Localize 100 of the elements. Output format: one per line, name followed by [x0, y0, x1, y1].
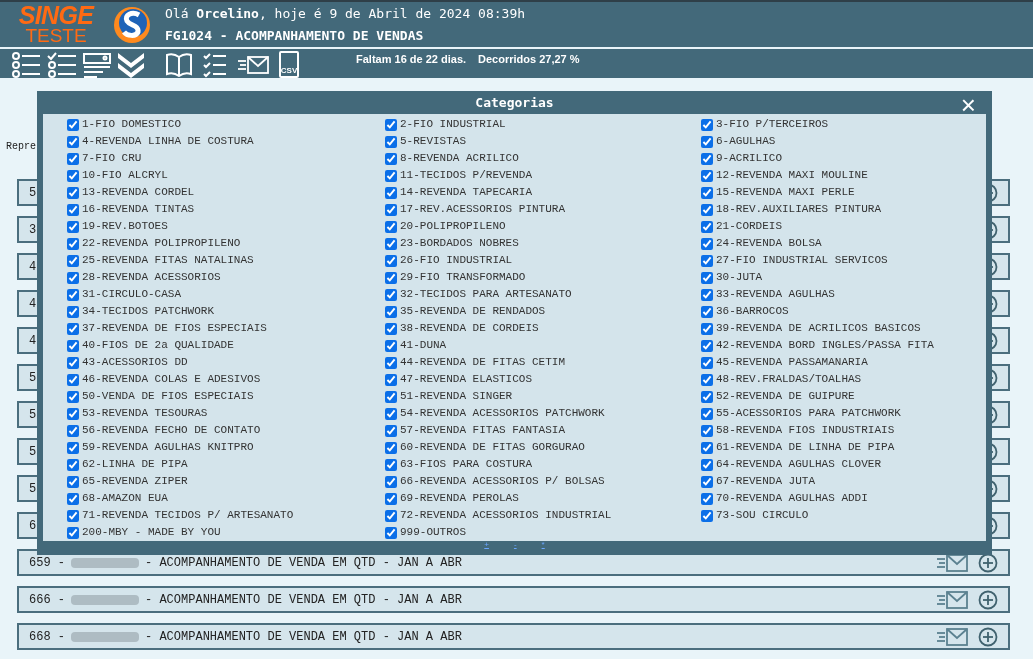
- category-checkbox[interactable]: [701, 135, 713, 148]
- category-checkbox[interactable]: [385, 424, 397, 437]
- category-option[interactable]: 71-REVENDA TECIDOS P/ ARTESANATO: [67, 507, 385, 524]
- category-checkbox[interactable]: [385, 152, 397, 165]
- category-option[interactable]: 50-VENDA DE FIOS ESPECIAIS: [67, 388, 385, 405]
- category-checkbox[interactable]: [67, 237, 79, 250]
- category-checkbox[interactable]: [67, 458, 79, 471]
- category-option[interactable]: 51-REVENDA SINGER: [385, 388, 701, 405]
- category-checkbox[interactable]: [385, 118, 397, 131]
- category-checkbox[interactable]: [701, 441, 713, 454]
- category-checkbox[interactable]: [67, 339, 79, 352]
- category-option[interactable]: 59-REVENDA AGULHAS KNITPRO: [67, 439, 385, 456]
- category-checkbox[interactable]: [701, 118, 713, 131]
- category-option[interactable]: 69-REVENDA PEROLAS: [385, 490, 701, 507]
- category-option[interactable]: 6-AGULHAS: [701, 133, 986, 150]
- category-option[interactable]: 29-FIO TRANSFORMADO: [385, 269, 701, 286]
- category-checkbox[interactable]: [701, 254, 713, 267]
- category-option[interactable]: 14-REVENDA TAPECARIA: [385, 184, 701, 201]
- category-checkbox[interactable]: [701, 305, 713, 318]
- category-checkbox[interactable]: [385, 271, 397, 284]
- checklist-icon[interactable]: [47, 52, 77, 78]
- category-checkbox[interactable]: [67, 492, 79, 505]
- category-option[interactable]: 11-TECIDOS P/REVENDA: [385, 167, 701, 184]
- category-option[interactable]: 13-REVENDA CORDEL: [67, 184, 385, 201]
- category-checkbox[interactable]: [701, 203, 713, 216]
- category-option[interactable]: 46-REVENDA COLAS E ADESIVOS: [67, 371, 385, 388]
- category-option[interactable]: 16-REVENDA TINTAS: [67, 201, 385, 218]
- category-option[interactable]: 999-OUTROS: [385, 524, 701, 541]
- checklist-icon[interactable]: [203, 51, 227, 78]
- category-checkbox[interactable]: [701, 220, 713, 233]
- category-checkbox[interactable]: [385, 186, 397, 199]
- report-row[interactable]: 668 - - ACOMPANHAMENTO DE VENDA EM QTD - JAN A ABR: [17, 623, 1010, 650]
- category-checkbox[interactable]: [701, 373, 713, 386]
- category-checkbox[interactable]: [701, 509, 713, 522]
- category-option[interactable]: 30-JUTA: [701, 269, 986, 286]
- category-checkbox[interactable]: [67, 288, 79, 301]
- category-checkbox[interactable]: [67, 509, 79, 522]
- category-option[interactable]: 57-REVENDA FITAS FANTASIA: [385, 422, 701, 439]
- category-checkbox[interactable]: [67, 271, 79, 284]
- category-checkbox[interactable]: [385, 526, 397, 539]
- category-checkbox[interactable]: [385, 373, 397, 386]
- category-option[interactable]: 28-REVENDA ACESSORIOS: [67, 269, 385, 286]
- category-option[interactable]: 58-REVENDA FIOS INDUSTRIAIS: [701, 422, 986, 439]
- category-option[interactable]: 38-REVENDA DE CORDEIS: [385, 320, 701, 337]
- category-checkbox[interactable]: [67, 390, 79, 403]
- category-checkbox[interactable]: [67, 373, 79, 386]
- category-checkbox[interactable]: [385, 492, 397, 505]
- category-checkbox[interactable]: [67, 475, 79, 488]
- category-option[interactable]: 27-FIO INDUSTRIAL SERVICOS: [701, 252, 986, 269]
- category-option[interactable]: 39-REVENDA DE ACRILICOS BASICOS: [701, 320, 986, 337]
- category-option[interactable]: 40-FIOS DE 2a QUALIDADE: [67, 337, 385, 354]
- category-option[interactable]: 37-REVENDA DE FIOS ESPECIAIS: [67, 320, 385, 337]
- category-option[interactable]: 200-MBY - MADE BY YOU: [67, 524, 385, 541]
- category-option[interactable]: 25-REVENDA FITAS NATALINAS: [67, 252, 385, 269]
- category-option[interactable]: 26-FIO INDUSTRIAL: [385, 252, 701, 269]
- report-row[interactable]: 666 - - ACOMPANHAMENTO DE VENDA EM QTD - JAN A ABR: [17, 586, 1010, 613]
- category-option[interactable]: 3-FIO P/TERCEIROS: [701, 116, 986, 133]
- category-option[interactable]: 42-REVENDA BORD INGLES/PASSA FITA: [701, 337, 986, 354]
- category-checkbox[interactable]: [701, 475, 713, 488]
- category-checkbox[interactable]: [701, 492, 713, 505]
- add-circle-icon[interactable]: [978, 589, 998, 610]
- category-option[interactable]: 33-REVENDA AGULHAS: [701, 286, 986, 303]
- category-checkbox[interactable]: [701, 407, 713, 420]
- add-circle-icon[interactable]: [978, 552, 998, 573]
- category-option[interactable]: 55-ACESSORIOS PARA PATCHWORK: [701, 405, 986, 422]
- category-option[interactable]: 73-SOU CIRCULO: [701, 507, 986, 524]
- category-checkbox[interactable]: [385, 475, 397, 488]
- category-checkbox[interactable]: [67, 135, 79, 148]
- category-checkbox[interactable]: [67, 407, 79, 420]
- category-option[interactable]: 65-REVENDA ZIPER: [67, 473, 385, 490]
- category-checkbox[interactable]: [385, 288, 397, 301]
- category-checkbox[interactable]: [67, 203, 79, 216]
- category-option[interactable]: 9-ACRILICO: [701, 150, 986, 167]
- category-option[interactable]: 52-REVENDA DE GUIPURE: [701, 388, 986, 405]
- category-option[interactable]: 53-REVENDA TESOURAS: [67, 405, 385, 422]
- category-option[interactable]: 34-TECIDOS PATCHWORK: [67, 303, 385, 320]
- category-option[interactable]: 67-REVENDA JUTA: [701, 473, 986, 490]
- category-option[interactable]: 44-REVENDA DE FITAS CETIM: [385, 354, 701, 371]
- category-option[interactable]: 72-REVENDA ACESSORIOS INDUSTRIAL: [385, 507, 701, 524]
- category-checkbox[interactable]: [701, 356, 713, 369]
- category-option[interactable]: 60-REVENDA DE FITAS GORGURAO: [385, 439, 701, 456]
- category-checkbox[interactable]: [701, 186, 713, 199]
- category-option[interactable]: 20-POLIPROPILENO: [385, 218, 701, 235]
- category-option[interactable]: 56-REVENDA FECHO DE CONTATO: [67, 422, 385, 439]
- category-option[interactable]: 18-REV.AUXILIARES PINTURA: [701, 201, 986, 218]
- fast-mail-icon[interactable]: [237, 54, 269, 75]
- category-checkbox[interactable]: [67, 424, 79, 437]
- category-checkbox[interactable]: [701, 339, 713, 352]
- category-checkbox[interactable]: [67, 254, 79, 267]
- category-option[interactable]: 23-BORDADOS NOBRES: [385, 235, 701, 252]
- category-checkbox[interactable]: [385, 220, 397, 233]
- category-option[interactable]: 64-REVENDA AGULHAS CLOVER: [701, 456, 986, 473]
- category-checkbox[interactable]: [385, 441, 397, 454]
- category-option[interactable]: 21-CORDEIS: [701, 218, 986, 235]
- category-option[interactable]: 15-REVENDA MAXI PERLE: [701, 184, 986, 201]
- category-checkbox[interactable]: [67, 118, 79, 131]
- category-checkbox[interactable]: [385, 458, 397, 471]
- category-option[interactable]: 22-REVENDA POLIPROPILENO: [67, 235, 385, 252]
- category-option[interactable]: 24-REVENDA BOLSA: [701, 235, 986, 252]
- category-option[interactable]: 17-REV.ACESSORIOS PINTURA: [385, 201, 701, 218]
